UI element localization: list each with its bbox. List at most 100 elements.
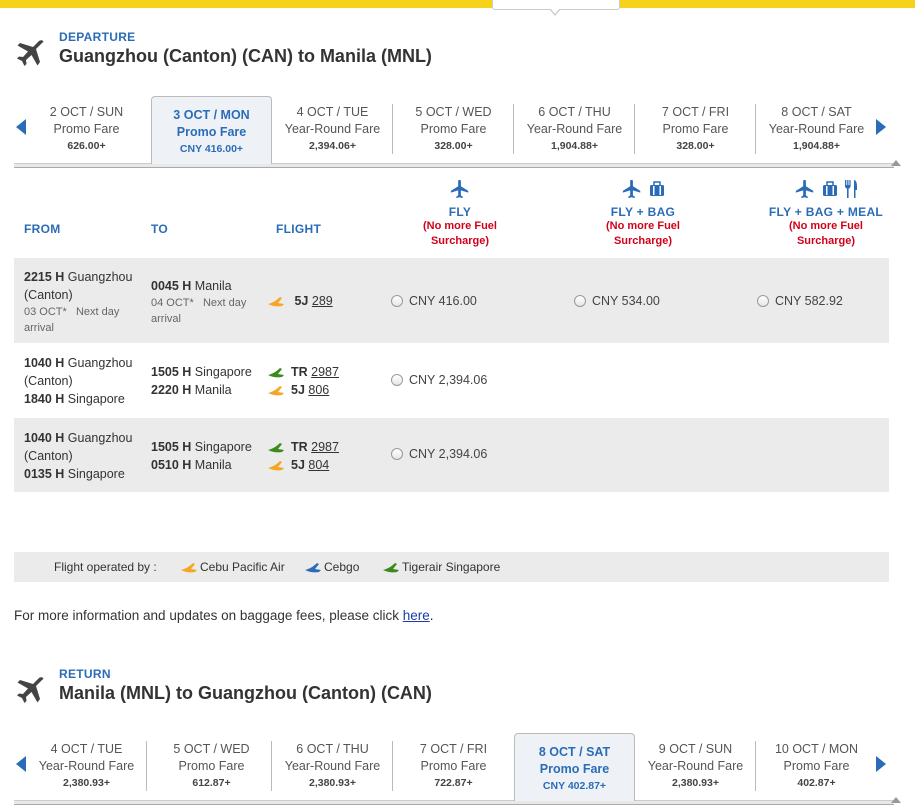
flight-column-header: FLIGHT [276,222,322,236]
date-tab-type: Promo Fare [539,762,610,776]
tigerair-logo-icon [268,368,284,378]
date-tab[interactable]: 6 OCT / THU Year-Round Fare 2,380.93+ [272,741,393,793]
airplane-icon [795,179,814,199]
date-tab[interactable]: 9 OCT / SUN Year-Round Fare 2,380.93+ [635,741,756,793]
from-column-header: FROM [24,222,61,236]
cebu-pacific-logo-icon [268,386,284,396]
arrival-cell: 1505 H Singapore 0510 H Manila [151,440,252,472]
date-tab[interactable]: 8 OCT / SAT Promo Fare CNY 402.87+ [514,733,635,801]
date-tab[interactable]: 3 OCT / MON Promo Fare CNY 416.00+ [151,96,272,164]
flight-row: 2215 H Guangzhou (Canton) 03 OCT* Next d… [14,258,889,343]
flight-number: 5J 289 [267,292,333,310]
flight-number-link[interactable]: 289 [312,294,333,308]
date-tab-date: 5 OCT / WED [173,742,250,756]
date-tab-type: Promo Fare [420,759,487,773]
baggage-fees-link[interactable]: here [403,608,430,623]
date-tab[interactable]: 6 OCT / THU Year-Round Fare 1,904.88+ [514,104,635,156]
date-tab-price: 2,380.93+ [62,777,110,789]
radio-button[interactable] [391,295,403,307]
date-tab-date: 3 OCT / MON [173,108,250,122]
date-tab-date: 6 OCT / THU [296,742,369,756]
tigerair-logo-icon [383,563,399,573]
cebu-pacific-logo-icon [268,297,284,307]
return-label: RETURN [59,667,111,681]
date-tab-price: 1,904.88+ [792,140,840,152]
date-tab-type: Year-Round Fare [284,122,381,136]
fare-option-fly[interactable]: CNY 416.00 [391,293,477,309]
flight-number-link[interactable]: 2987 [311,365,339,379]
radio-button[interactable] [391,374,403,386]
baggage-icon [649,181,664,196]
date-bar-endcap-icon [891,160,901,166]
date-tab-date: 4 OCT / TUE [50,742,123,756]
date-tab-type: Promo Fare [53,122,120,136]
date-tab-date: 9 OCT / SUN [658,742,733,756]
date-tab-price: CNY 402.87+ [542,780,607,792]
date-tab[interactable]: 2 OCT / SUN Promo Fare 626.00+ [26,104,147,156]
date-tab-divider [146,741,147,791]
return-date-selector: 4 OCT / TUE Year-Round Fare 2,380.93+ 5 OCT… [14,733,901,805]
date-tab-price: 722.87+ [434,777,473,789]
date-bar-baseline [14,800,894,805]
departure-cell: 1040 H Guangzhou (Canton) 1840 H Singapo… [24,356,133,406]
date-tab-date: 4 OCT / TUE [296,105,369,119]
date-tab-type: Year-Round Fare [284,759,381,773]
radio-button[interactable] [757,295,769,307]
date-tab-price: 328.00+ [676,140,715,152]
meal-fork-knife-icon [845,180,857,198]
date-tab-type: Year-Round Fare [38,759,135,773]
date-bar-endcap-icon [891,797,901,803]
fare-header-fly-bag-meal: FLY + BAG + MEAL (No more Fuel Surcharge… [746,177,906,249]
fare-option-fly[interactable]: CNY 2,394.06 [391,446,487,462]
date-tab-price: 612.87+ [192,777,231,789]
fare-option-fly[interactable]: CNY 2,394.06 [391,372,487,388]
top-accent-bar [0,0,915,8]
date-tab[interactable]: 5 OCT / WED Promo Fare 612.87+ [151,741,272,793]
date-tab-price: 402.87+ [797,777,836,789]
date-tab-date: 8 OCT / SAT [781,105,852,119]
departure-route-title: Guangzhou (Canton) (CAN) to Manila (MNL) [59,46,432,66]
date-tab-type: Year-Round Fare [526,122,623,136]
date-tab[interactable]: 7 OCT / FRI Promo Fare 328.00+ [635,104,756,156]
date-tab-price: CNY 416.00+ [179,143,244,155]
date-tab-type: Promo Fare [178,759,245,773]
date-tab[interactable]: 5 OCT / WED Promo Fare 328.00+ [393,104,514,156]
fare-header-fly-bag: FLY + BAG (No more Fuel Surcharge) [563,177,723,249]
date-tab[interactable]: 4 OCT / TUE Year-Round Fare 2,394.06+ [272,104,393,156]
airplane-icon [17,677,44,703]
departure-label: DEPARTURE [59,30,136,44]
flight-number: TR 2987 5J 806 [267,363,339,399]
baggage-info-text: For more information and updates on bagg… [14,608,434,623]
date-tab[interactable]: 4 OCT / TUE Year-Round Fare 2,380.93+ [26,741,147,793]
return-route-title: Manila (MNL) to Guangzhou (Canton) (CAN) [59,683,432,703]
flight-number-link[interactable]: 806 [308,383,329,397]
fare-option-fly-bag-meal[interactable]: CNY 582.92 [757,293,843,309]
airplane-icon [17,40,44,66]
radio-button[interactable] [574,295,586,307]
date-tab-type: Year-Round Fare [768,122,865,136]
fare-option-fly-bag[interactable]: CNY 534.00 [574,293,660,309]
date-tab-type: Promo Fare [662,122,729,136]
date-tab-price: 2,394.06+ [308,140,356,152]
legend-cebgo: Cebgo [304,560,359,574]
date-tab[interactable]: 8 OCT / SAT Year-Round Fare 1,904.88+ [756,104,877,156]
legend-label: Flight operated by : [54,560,157,574]
departure-date-selector: 2 OCT / SUN Promo Fare 626.00+ 3 OCT / MON P… [14,96,901,168]
flight-number-link[interactable]: 2987 [311,440,339,454]
flight-number-link[interactable]: 804 [308,458,329,472]
flight-row: 1040 H Guangzhou (Canton) 0135 H Singapo… [14,418,889,492]
date-tab-price: 328.00+ [434,140,473,152]
date-bar-baseline [14,163,894,168]
arrival-cell: 1505 H Singapore 2220 H Manila [151,365,252,397]
radio-button[interactable] [391,448,403,460]
date-tab-type: Promo Fare [420,122,487,136]
date-tab-date: 2 OCT / SUN [49,105,124,119]
departure-cell: 1040 H Guangzhou (Canton) 0135 H Singapo… [24,431,133,481]
legend-cebu-pacific: Cebu Pacific Air [180,560,285,574]
date-tab[interactable]: 7 OCT / FRI Promo Fare 722.87+ [393,741,514,793]
date-tab-price: 2,380.93+ [308,777,356,789]
operator-legend: Flight operated by : Cebu Pacific Air Ce… [14,552,889,582]
airplane-icon [622,179,640,199]
top-dropdown-caret-icon [549,8,561,16]
date-tab[interactable]: 10 OCT / MON Promo Fare 402.87+ [756,741,877,793]
